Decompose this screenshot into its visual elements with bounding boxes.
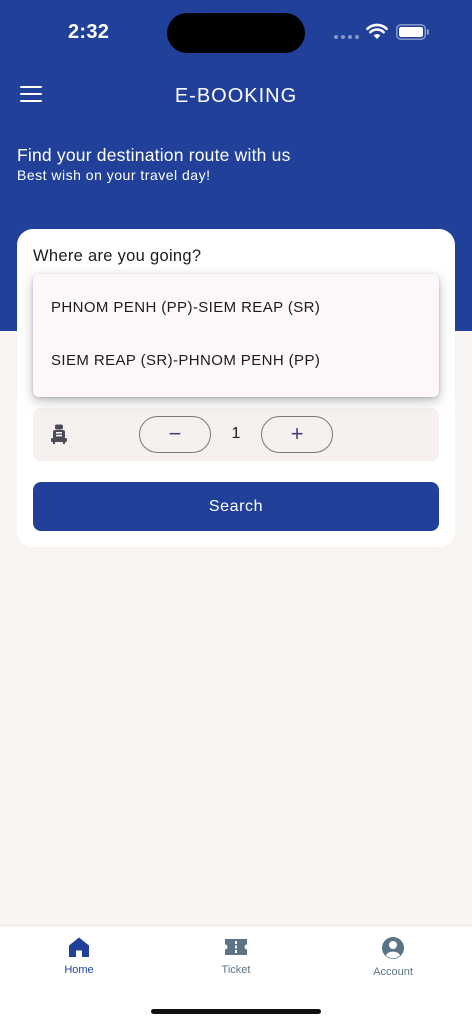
app-title: E-BOOKING: [174, 85, 298, 107]
nav-item-ticket[interactable]: Ticket: [186, 936, 286, 986]
decrease-passengers-button[interactable]: −: [139, 416, 211, 453]
route-option[interactable]: SIEM REAP (SR)-PHNOM PENH (PP): [33, 335, 439, 387]
home-indicator: [151, 1009, 321, 1014]
passenger-count: 1: [231, 425, 241, 442]
nav-item-home[interactable]: Home: [29, 936, 129, 986]
route-dropdown-menu: PHNOM PENH (PP)-SIEM REAP (SR) SIEM REAP…: [33, 274, 439, 397]
account-icon: [382, 937, 404, 959]
ticket-icon: [225, 939, 247, 955]
cellular-signal-icon: [334, 35, 360, 40]
home-icon: [69, 937, 89, 957]
destination-label: Where are you going?: [33, 247, 202, 265]
nav-item-account[interactable]: Account: [343, 936, 443, 986]
increase-passengers-button[interactable]: +: [261, 416, 333, 453]
status-bar: 2:32: [0, 0, 472, 62]
battery-icon: [396, 24, 429, 40]
seat-icon: [51, 424, 67, 444]
status-time: 2:32: [68, 21, 110, 43]
route-option[interactable]: PHNOM PENH (PP)-SIEM REAP (SR): [33, 282, 439, 334]
app-bar: E-BOOKING: [0, 72, 472, 120]
hero-title: Find your destination route with us: [17, 145, 291, 165]
hero-subtitle: Best wish on your travel day!: [17, 167, 211, 183]
wifi-icon: [366, 23, 388, 39]
search-button[interactable]: Search: [33, 482, 439, 531]
dynamic-island: [167, 13, 305, 53]
nav-label-account: Account: [373, 966, 413, 978]
e-booking-screen: 2:32 E-BOOKING Find your destination rou…: [0, 0, 472, 1024]
nav-label-home: Home: [64, 964, 94, 976]
nav-label-ticket: Ticket: [221, 964, 251, 976]
passenger-stepper: − 1 +: [33, 408, 439, 461]
